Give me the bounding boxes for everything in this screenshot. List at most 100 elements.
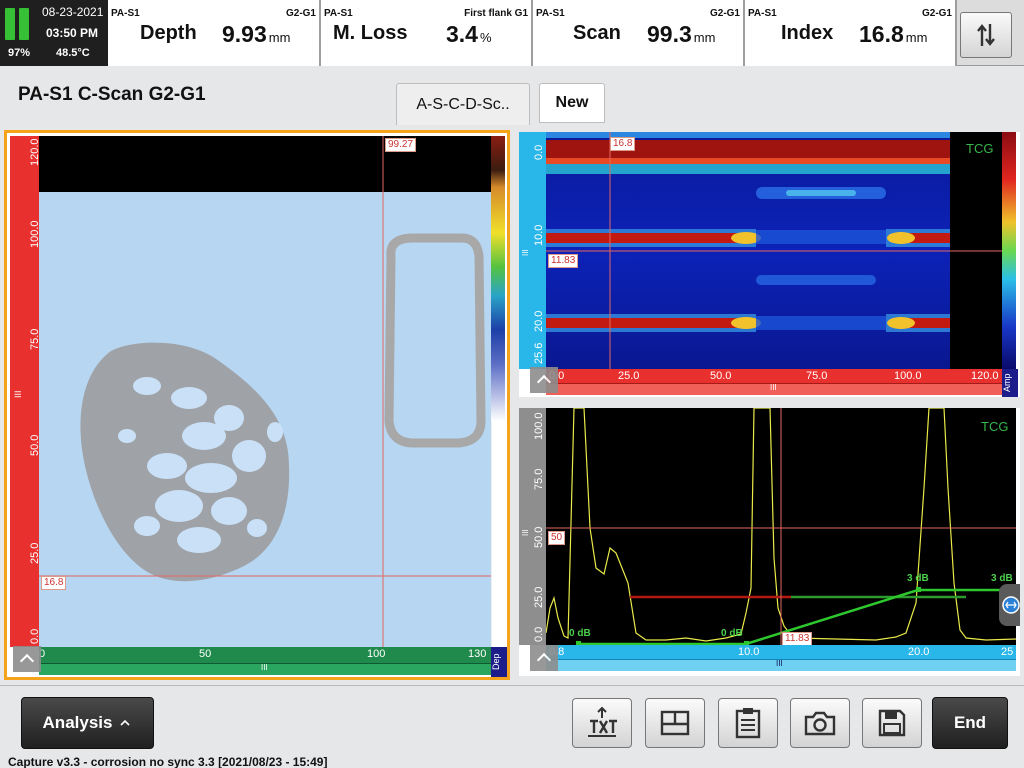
cscan-x-scrollbar[interactable]: III xyxy=(39,663,491,675)
date-text: 08-23-2021 xyxy=(42,5,104,19)
measure-unit: mm xyxy=(693,30,716,45)
bscan-image[interactable] xyxy=(546,132,1002,369)
measure-gate: First flank G1 xyxy=(464,8,528,19)
bscan-x-scrollbar[interactable]: III xyxy=(546,383,1002,395)
bscan-x-tick: 50.0 xyxy=(710,370,732,382)
cscan-palette-empty xyxy=(491,421,505,647)
save-icon xyxy=(878,709,906,737)
cscan-y-ruler[interactable]: 120.0 100.0 75.0 50.0 25.0 0.0 III xyxy=(10,136,42,647)
cscan-x-tick: 130 xyxy=(468,648,487,660)
page-title: PA-S1 C-Scan G2-G1 xyxy=(18,84,206,105)
measure-gate: G2-G1 xyxy=(285,8,316,19)
cscan-panel[interactable]: 120.0 100.0 75.0 50.0 25.0 0.0 III 99.27… xyxy=(4,130,510,680)
ascan-y-ruler[interactable]: 100.0 75.0 50.0 25.0 0.0 III xyxy=(519,408,546,645)
system-status: 08-23-2021 03:50 PM 97% 48.5°C xyxy=(0,0,108,66)
scroll-handle: III xyxy=(770,383,777,392)
analysis-menu-button[interactable]: Analysis xyxy=(21,697,154,749)
status-bar-text: Capture v3.3 - corrosion no sync 3.3 [20… xyxy=(8,755,328,768)
ascan-db-point: 0 dB xyxy=(569,628,591,639)
bscan-cursor-x-label: 16.8 xyxy=(610,137,636,151)
ascan-cursor-y-label: 50 xyxy=(548,531,566,545)
ascan-cursor-x-label: 11.83 xyxy=(782,632,813,646)
ascan-y-scroll-handle: III xyxy=(521,529,530,536)
ascan-y-tick: 50.0 xyxy=(533,526,545,548)
bscan-tcg-label: TCG xyxy=(966,141,994,156)
bscan-collapse-icon[interactable] xyxy=(530,367,558,393)
bscan-x-tick: 100.0 xyxy=(894,370,922,382)
bscan-panel[interactable]: 0.0 10.0 20.0 25.6 III TCG Amp 16.8 11.8… xyxy=(519,132,1020,397)
measure-group: PA-S1 xyxy=(111,8,140,19)
bscan-x-tick: 25.0 xyxy=(618,370,640,382)
bscan-amplitude-palette xyxy=(1002,132,1016,369)
battery-level: 97% xyxy=(8,47,31,59)
cscan-x-ruler[interactable]: 0 50 100 130 xyxy=(39,647,491,663)
camera-icon xyxy=(804,711,836,736)
measure-scan[interactable]: PA-S1 G2-G1 Scan 99.3 mm xyxy=(533,0,745,66)
measure-index[interactable]: PA-S1 G2-G1 Index 16.8 mm xyxy=(745,0,957,66)
cscan-image[interactable] xyxy=(39,136,491,647)
measure-group: PA-S1 xyxy=(536,8,565,19)
bscan-palette-label: Amp xyxy=(1002,369,1018,397)
ascan-db-point: 0 dB xyxy=(721,628,743,639)
measure-value: 9.93 xyxy=(222,21,267,47)
ascan-x-ruler[interactable]: 0.8 10.0 20.0 25 xyxy=(546,645,1016,659)
export-txt-button[interactable] xyxy=(572,698,632,748)
gate-adjust-icon xyxy=(1002,596,1020,614)
ascan-x-tick: 25 xyxy=(1001,646,1014,658)
layout-icon xyxy=(660,710,690,736)
ascan-y-tick: 100.0 xyxy=(533,412,545,440)
measure-label: Depth xyxy=(140,22,197,44)
ascan-collapse-icon[interactable] xyxy=(530,645,558,671)
time-text: 03:50 PM xyxy=(46,26,99,40)
scroll-handle: III xyxy=(776,659,783,668)
measure-material-loss[interactable]: PA-S1 First flank G1 M. Loss 3.4% xyxy=(321,0,533,66)
bscan-cursor-y-label: 11.83 xyxy=(548,254,579,268)
layout-button[interactable] xyxy=(645,698,705,748)
measure-gate: G2-G1 xyxy=(709,8,740,19)
bscan-y-tick: 20.0 xyxy=(533,310,545,332)
save-button[interactable] xyxy=(862,698,922,748)
measure-depth[interactable]: PA-S1 G2-G1 Depth 9.93 mm xyxy=(108,0,321,66)
bscan-x-tick: 75.0 xyxy=(806,370,828,382)
txt-export-icon xyxy=(588,706,617,737)
cscan-cursor-x-label: 99.27 xyxy=(385,138,417,152)
measure-value: 3.4 xyxy=(446,21,478,47)
measure-unit: mm xyxy=(268,30,291,45)
screenshot-button[interactable] xyxy=(790,698,850,748)
ascan-db-point: 3 dB xyxy=(907,573,929,584)
analysis-label: Analysis xyxy=(42,713,113,732)
ascan-y-tick: 0.0 xyxy=(533,626,545,642)
ascan-side-handle[interactable] xyxy=(999,584,1020,626)
bscan-y-scroll-handle: III xyxy=(521,249,530,256)
bscan-x-ruler[interactable]: 0.0 25.0 50.0 75.0 100.0 120.0 xyxy=(546,369,1002,383)
battery-cell-2-icon xyxy=(19,8,29,40)
ascan-panel[interactable]: 100.0 75.0 50.0 25.0 0.0 III 0 dB 0 dB 3… xyxy=(519,408,1020,676)
cscan-y-scroll-handle: III xyxy=(13,390,23,398)
ascan-tcg-label: TCG xyxy=(981,419,1009,434)
bscan-y-tick: 25.6 xyxy=(533,342,545,364)
measure-group: PA-S1 xyxy=(748,8,777,19)
end-button[interactable]: End xyxy=(932,697,1008,749)
measure-value: 99.3 xyxy=(647,21,692,47)
ascan-x-scrollbar[interactable]: III xyxy=(546,659,1016,671)
cscan-unscanned-area xyxy=(39,136,491,192)
ascan-waveform[interactable] xyxy=(546,408,1016,645)
cscan-x-tick: 50 xyxy=(199,648,212,660)
measure-group: PA-S1 xyxy=(324,8,353,19)
measure-value: 16.8 xyxy=(859,21,904,47)
ascan-y-tick: 25.0 xyxy=(533,586,545,608)
measure-gate: G2-G1 xyxy=(921,8,952,19)
top-status-bar: 08-23-2021 03:50 PM 97% 48.5°C PA-S1 G2-… xyxy=(0,0,1024,66)
ascan-db-point: 3 dB xyxy=(991,573,1013,584)
tab-new[interactable]: New xyxy=(539,83,605,123)
bscan-y-ruler[interactable]: 0.0 10.0 20.0 25.6 III xyxy=(519,132,546,369)
tab-ascd-scan[interactable]: A-S-C-D-Sc.. xyxy=(396,83,530,125)
chevron-up-icon xyxy=(120,719,131,726)
cscan-x-tick: 100 xyxy=(367,648,386,660)
swap-readings-button[interactable] xyxy=(960,12,1012,58)
cscan-collapse-icon[interactable] xyxy=(13,646,41,672)
report-button[interactable] xyxy=(718,698,778,748)
cscan-palette-label: Dep xyxy=(491,647,507,677)
report-icon xyxy=(735,708,761,739)
measure-unit: mm xyxy=(905,30,928,45)
